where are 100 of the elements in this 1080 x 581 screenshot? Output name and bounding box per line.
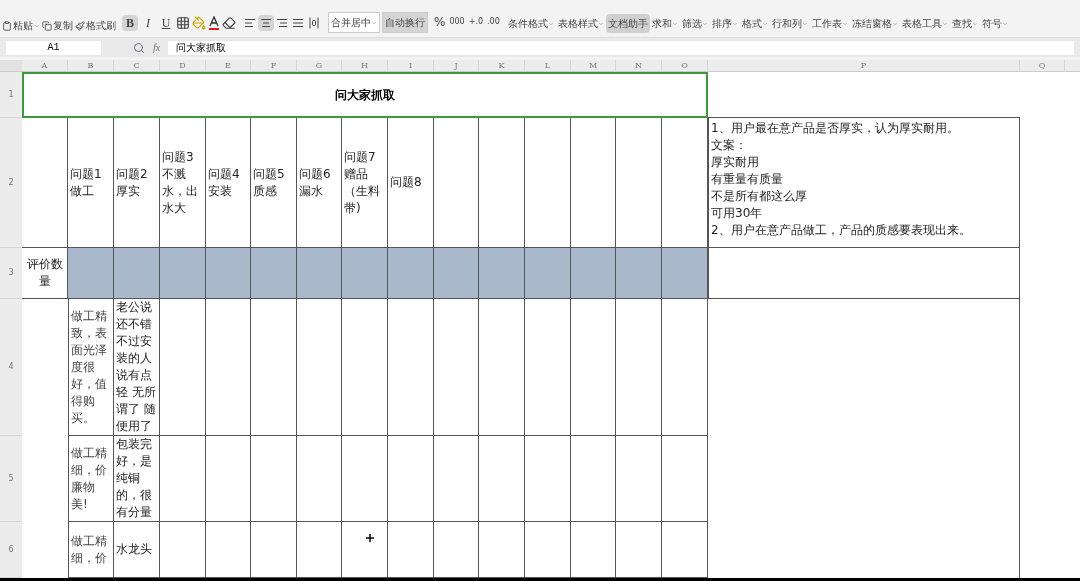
column-header[interactable]: Q (1020, 60, 1065, 71)
table-cell (479, 248, 525, 299)
caret-icon (1001, 20, 1008, 27)
table-cell (251, 522, 297, 578)
row-header[interactable]: 6 (0, 522, 22, 578)
table-cell (297, 248, 342, 299)
column-header[interactable]: B (68, 60, 114, 71)
caret-icon (597, 20, 604, 27)
column-header[interactable]: A (22, 60, 68, 71)
merge-button[interactable]: 合并居中 (328, 12, 380, 33)
caret-icon (671, 20, 678, 27)
row-header[interactable]: 2 (0, 118, 22, 248)
caret-icon (731, 20, 738, 27)
column-header[interactable]: O (662, 60, 708, 71)
toolbar-button[interactable]: 排序 (709, 14, 740, 33)
format-button[interactable]: U (158, 15, 174, 31)
name-box[interactable]: A1 (6, 40, 101, 55)
toolbar-button[interactable]: 条件格式 (505, 14, 556, 33)
format-button[interactable]: I (140, 15, 156, 31)
table-cell: 老公说还不错不过安装的人说有点轻 无所谓了 随便用了 (114, 299, 160, 436)
row-header[interactable]: 1 (0, 72, 22, 118)
caret-icon (34, 22, 40, 29)
column-header[interactable]: F (251, 60, 297, 71)
merge-button[interactable]: 自动换行 (382, 12, 428, 33)
decrease-decimal-button[interactable]: .00 (487, 16, 500, 28)
table-cell (251, 248, 297, 299)
row-header[interactable]: 4 (0, 299, 22, 436)
formula-field[interactable]: 问大家抓取 (168, 40, 1074, 55)
table-cell (616, 522, 662, 578)
column-header[interactable]: L (525, 60, 571, 71)
caret-icon (841, 20, 848, 27)
title-cell: 问大家抓取 (22, 72, 708, 118)
table-cell (434, 522, 479, 578)
table-cell (525, 522, 571, 578)
column-header[interactable]: G (297, 60, 342, 71)
notes-cell: 1、用户最在意产品是否厚实，认为厚实耐用。 文案： 厚实耐用 有重量有质量 不是所有都这么厚 可用30年 2、用户在意产品做工，产品的质感要表现出来。 (708, 118, 1020, 248)
table-cell (616, 248, 662, 299)
toolbar-button[interactable]: 行和列 (769, 14, 810, 33)
table-cell (434, 248, 479, 299)
toolbar-button[interactable]: 文档助手 (605, 14, 650, 33)
column-header[interactable]: C (114, 60, 160, 71)
table-cell (388, 248, 434, 299)
row-header[interactable]: 5 (0, 436, 22, 522)
clipboard-button[interactable]: 格式刷 (75, 18, 116, 33)
table-cell (571, 248, 616, 299)
zoom-icon[interactable] (133, 41, 145, 54)
table-cell (297, 522, 342, 578)
clipboard-icon (2, 20, 12, 31)
caret-icon (971, 20, 978, 27)
column-header[interactable]: M (571, 60, 616, 71)
increase-decimal-button[interactable]: +.0 (468, 16, 484, 28)
fx-label: fx (153, 41, 161, 55)
distribute-icon[interactable] (306, 15, 322, 31)
column-header[interactable]: P (708, 60, 1020, 71)
percent-button[interactable]: % (434, 13, 446, 31)
table-cell: 做工精细，价廉物美! (68, 436, 114, 522)
row-header[interactable]: 3 (0, 248, 22, 299)
table-cell: 做工精致，表面光泽度很好，值得购买。 (68, 299, 114, 436)
toolbar-button[interactable]: 冻结窗格 (849, 14, 900, 33)
column-header[interactable]: N (616, 60, 662, 71)
eraser-icon[interactable] (222, 16, 236, 30)
table-cell (662, 248, 708, 299)
column-header[interactable]: K (479, 60, 525, 71)
table-cell (342, 248, 388, 299)
column-header[interactable]: J (434, 60, 479, 71)
caret-icon (547, 20, 554, 27)
toolbar-button[interactable]: 工作表 (809, 14, 850, 33)
table-cell (68, 248, 114, 299)
toolbar-button[interactable]: 筛选 (679, 14, 710, 33)
caret-icon (941, 20, 948, 27)
toolbar-button[interactable]: 查找 (949, 14, 980, 33)
caret-icon (701, 20, 708, 27)
format-button[interactable]: B (122, 15, 138, 31)
toolbar-button[interactable]: 符号 (979, 14, 1010, 33)
cursor-icon (364, 532, 376, 544)
table-cell (571, 522, 616, 578)
toolbar-button[interactable]: 表格样式 (555, 14, 606, 33)
caret-icon (801, 20, 808, 27)
clipboard-button[interactable]: 复制 (42, 18, 73, 33)
table-cell: 做工精细，价 (68, 522, 114, 578)
column-header[interactable]: E (206, 60, 251, 71)
thousands-button[interactable]: 000 (449, 16, 465, 28)
toolbar-button[interactable]: 表格工具 (899, 14, 950, 33)
borders-icon[interactable] (176, 16, 190, 30)
column-header[interactable]: I (388, 60, 434, 71)
table-cell: 水龙头 (114, 522, 160, 578)
table-cell (342, 522, 388, 578)
toolbar-button[interactable]: 求和 (649, 14, 680, 33)
caret-icon (761, 20, 768, 27)
toolbar-button[interactable]: 格式 (739, 14, 770, 33)
column-header[interactable]: H (342, 60, 388, 71)
font-color-icon[interactable] (208, 16, 220, 30)
fill-color-icon[interactable] (192, 16, 206, 30)
table-cell (160, 248, 206, 299)
column-header[interactable]: D (160, 60, 206, 71)
table-cell (388, 522, 434, 578)
table-cell: 包装完好，是纯铜的，很有分量 (114, 436, 160, 522)
align-center-icon[interactable] (258, 15, 274, 31)
caret-icon (891, 20, 898, 27)
clipboard-button[interactable]: 粘贴 (2, 18, 40, 33)
